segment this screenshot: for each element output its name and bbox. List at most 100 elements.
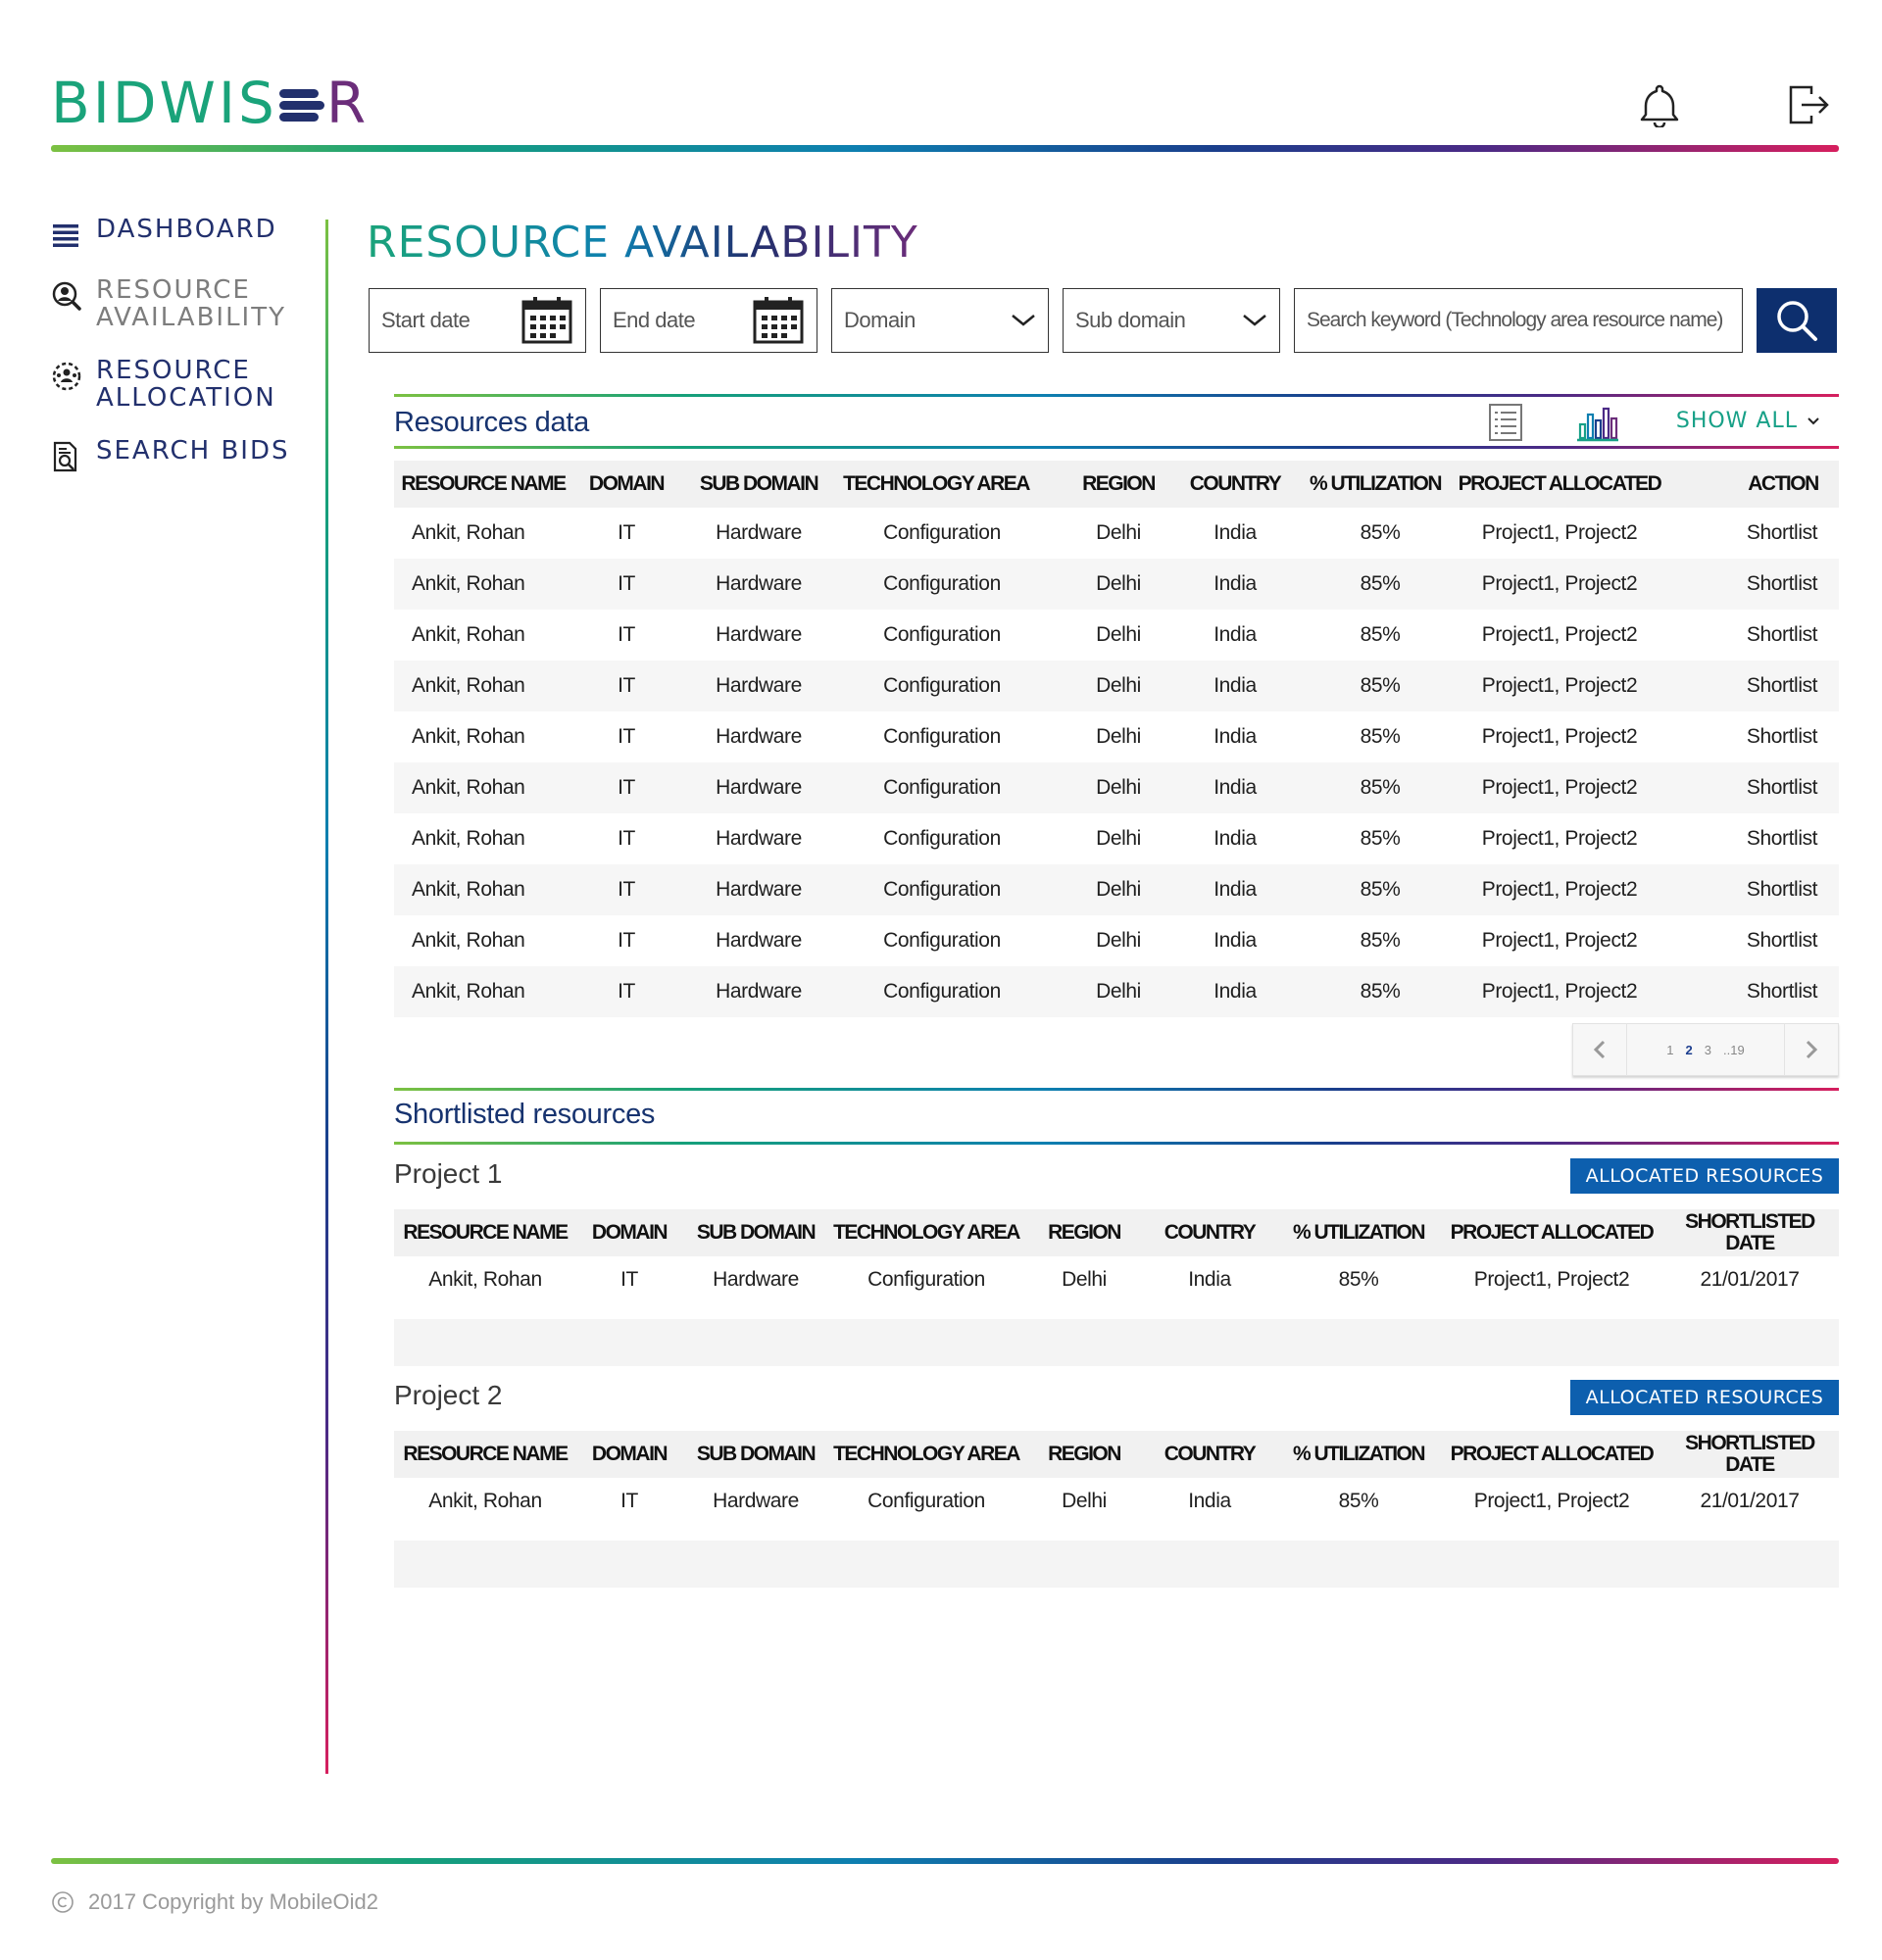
domain-select[interactable]: Domain <box>831 288 1049 353</box>
empty-row <box>394 1319 1839 1366</box>
user-group-icon <box>52 362 81 391</box>
column-header[interactable]: TECHNOLOGY AREA <box>837 461 1035 508</box>
column-header[interactable]: PROJECT ALLOCATED <box>1447 461 1672 508</box>
cell-project-allocated: Project1, Project2 <box>1481 725 1638 748</box>
search-button[interactable] <box>1757 288 1837 353</box>
cell-action[interactable]: Shortlist <box>1672 559 1839 610</box>
table-row: Ankit, Rohan IT Hardware Configuration Delhi… <box>394 864 1839 915</box>
cell-action[interactable]: Shortlist <box>1672 966 1839 1017</box>
cell-technology-area: Configuration <box>883 827 1001 850</box>
cell-action[interactable]: Shortlist <box>1672 711 1839 762</box>
search-placeholder: Search keyword (Technology area resource… <box>1307 309 1723 331</box>
column-header[interactable]: TECHNOLOGY AREA <box>829 1431 1023 1478</box>
allocated-resources-button[interactable]: ALLOCATED RESOURCES <box>1570 1380 1839 1415</box>
chart-view-icon[interactable] <box>1576 403 1619 442</box>
cell-technology-area: Configuration <box>837 864 1035 915</box>
sidebar-item-label: DASHBOARD <box>96 215 277 244</box>
pagination-prev-button[interactable] <box>1573 1023 1626 1076</box>
column-header[interactable]: % UTILIZATION <box>1304 461 1447 508</box>
cell-technology-area: Configuration <box>837 661 1035 711</box>
column-header[interactable]: REGION <box>1023 1209 1145 1256</box>
sub-domain-select[interactable]: Sub domain <box>1063 288 1280 353</box>
cell-resource-name: Ankit, Rohan <box>412 725 525 748</box>
table-row: Ankit, Rohan IT Hardware Configuration Delhi… <box>394 813 1839 864</box>
pagination: 1 2 3 ..19 <box>1572 1023 1839 1076</box>
cell-sub-domain: Hardware <box>680 661 837 711</box>
sidebar-item-search-bids[interactable]: SEARCH BIDS <box>51 437 306 472</box>
end-date-field[interactable]: End date <box>600 288 817 353</box>
column-header[interactable]: % UTILIZATION <box>1274 1209 1443 1256</box>
column-header[interactable]: COUNTRY <box>1145 1209 1274 1256</box>
cell-utilization: 85% <box>1360 521 1401 544</box>
bell-icon[interactable] <box>1637 82 1682 127</box>
column-header[interactable]: RESOURCE NAME <box>394 1431 576 1478</box>
page-link[interactable]: ..19 <box>1723 1043 1745 1057</box>
column-header[interactable]: DOMAIN <box>576 1209 682 1256</box>
cell-technology-area: Configuration <box>883 521 1001 544</box>
column-header[interactable]: DOMAIN <box>576 1431 682 1478</box>
cell-action[interactable]: Shortlist <box>1672 661 1839 711</box>
column-header[interactable]: COUNTRY <box>1166 461 1304 508</box>
domain-select-value: Domain <box>844 308 916 332</box>
cell-project-allocated: Project1, Project2 <box>1481 827 1638 850</box>
column-header[interactable]: REGION <box>1035 461 1166 508</box>
logo-bars-icon <box>278 85 324 124</box>
column-header[interactable]: % UTILIZATION <box>1274 1431 1443 1478</box>
app-logo[interactable]: BIDWIS R <box>51 74 369 131</box>
cell-resource-name: Ankit, Rohan <box>394 559 572 610</box>
column-header[interactable]: PROJECT ALLOCATED <box>1443 1209 1660 1256</box>
column-header[interactable]: SHORTLISTED DATE <box>1660 1209 1839 1256</box>
column-header[interactable]: SUB DOMAIN <box>682 1209 829 1256</box>
project-block: Project 2 ALLOCATED RESOURCES RESOURCE N… <box>394 1380 1839 1588</box>
cell-sub-domain: Hardware <box>716 521 802 544</box>
sidebar-item-dashboard[interactable]: DASHBOARD <box>51 216 306 251</box>
column-header[interactable]: RESOURCE NAME <box>394 461 572 508</box>
cell-technology-area: Configuration <box>883 725 1001 748</box>
cell-action[interactable]: Shortlist <box>1672 864 1839 915</box>
column-header[interactable]: RESOURCE NAME <box>394 1209 576 1256</box>
cell-technology-area: Configuration <box>883 623 1001 646</box>
cell-sub-domain: Hardware <box>713 1268 799 1291</box>
logout-icon[interactable] <box>1786 82 1831 127</box>
cell-action[interactable]: Shortlist <box>1672 610 1839 661</box>
list-view-icon[interactable] <box>1488 403 1523 442</box>
column-header[interactable]: ACTION <box>1672 461 1839 508</box>
column-header[interactable]: SHORTLISTED DATE <box>1660 1431 1839 1478</box>
calendar-icon[interactable] <box>520 296 573 345</box>
chevron-down-icon <box>1012 315 1035 326</box>
cell-resource-name: Ankit, Rohan <box>394 762 572 813</box>
cell-resource-name: Ankit, Rohan <box>428 1268 542 1291</box>
column-header[interactable]: PROJECT ALLOCATED <box>1443 1431 1660 1478</box>
search-input[interactable]: Search keyword (Technology area resource… <box>1294 288 1743 353</box>
column-header[interactable]: REGION <box>1023 1431 1145 1478</box>
cell-region: Delhi <box>1035 559 1166 610</box>
start-date-field[interactable]: Start date <box>369 288 586 353</box>
column-header[interactable]: COUNTRY <box>1145 1431 1274 1478</box>
show-all-dropdown[interactable]: SHOW ALL <box>1676 409 1819 433</box>
calendar-icon[interactable] <box>752 296 805 345</box>
cell-project-allocated: Project1, Project2 <box>1481 929 1638 952</box>
cell-utilization: 85% <box>1304 559 1447 610</box>
pagination-next-button[interactable] <box>1785 1023 1838 1076</box>
cell-region: Delhi <box>1035 661 1166 711</box>
column-header[interactable]: DOMAIN <box>572 461 680 508</box>
sidebar-item-resource-allocation[interactable]: RESOURCE ALLOCATION <box>51 357 306 412</box>
cell-action[interactable]: Shortlist <box>1672 762 1839 813</box>
page-link[interactable]: 3 <box>1705 1043 1711 1057</box>
allocated-resources-button[interactable]: ALLOCATED RESOURCES <box>1570 1158 1839 1194</box>
cell-domain: IT <box>618 521 635 544</box>
cell-sub-domain: Hardware <box>716 929 802 952</box>
sidebar-item-resource-availability[interactable]: RESOURCE AVAILABILITY <box>51 276 306 331</box>
table-header-row: RESOURCE NAME DOMAIN SUB DOMAIN TECHNOLO… <box>394 461 1839 508</box>
shortlisted-title: Shortlisted resources <box>394 1099 656 1130</box>
cell-action[interactable]: Shortlist <box>1672 508 1839 559</box>
column-header[interactable]: SUB DOMAIN <box>680 461 837 508</box>
column-header[interactable]: SUB DOMAIN <box>682 1431 829 1478</box>
column-header[interactable]: TECHNOLOGY AREA <box>829 1209 1023 1256</box>
cell-technology-area: Configuration <box>837 762 1035 813</box>
page-link-current[interactable]: 2 <box>1686 1043 1693 1057</box>
empty-row <box>394 1541 1839 1588</box>
page-link[interactable]: 1 <box>1666 1043 1673 1057</box>
cell-action[interactable]: Shortlist <box>1672 813 1839 864</box>
cell-action[interactable]: Shortlist <box>1672 915 1839 966</box>
